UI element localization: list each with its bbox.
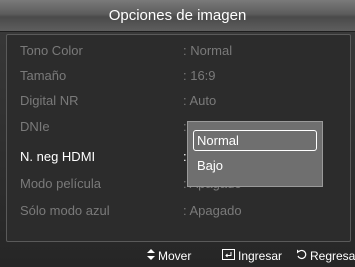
return-icon: [296, 246, 307, 267]
tv-menu-screen: Opciones de imagen Tono Color : Normal T…: [0, 0, 355, 267]
menu-item-label: Digital NR: [20, 93, 79, 108]
menu-item-label: Sólo modo azul: [20, 203, 110, 218]
move-hint: Mover: [147, 246, 191, 267]
move-hint-label: Mover: [158, 249, 192, 263]
footer-hints: Mover Ingresar Regresar: [0, 246, 355, 267]
menu-item-label: Tamaño: [20, 68, 67, 83]
menu-item-label: Tono Color: [20, 43, 83, 58]
menu-item-label: Modo película: [20, 176, 101, 191]
up-down-arrow-icon: [147, 246, 155, 267]
dropdown-option-normal[interactable]: Normal: [193, 130, 317, 151]
menu-item-value: : 16:9: [183, 68, 216, 83]
return-hint: Regresar: [296, 246, 355, 267]
enter-hint: Ingresar: [222, 246, 282, 267]
enter-hint-label: Ingresar: [238, 249, 283, 263]
menu-item-value: : Normal: [183, 43, 233, 58]
menu-item-value: : Apagado: [183, 203, 242, 218]
menu-item-value: : Auto: [183, 93, 217, 108]
options-dropdown: Normal Bajo: [187, 121, 323, 187]
enter-icon: [222, 246, 235, 267]
dropdown-option-bajo[interactable]: Bajo: [194, 156, 316, 175]
return-hint-label: Regresar: [310, 249, 355, 263]
menu-item-label: DNIe: [20, 119, 50, 134]
menu-item-label: N. neg HDMI: [20, 149, 96, 164]
menu-title: Opciones de imagen: [0, 0, 355, 32]
